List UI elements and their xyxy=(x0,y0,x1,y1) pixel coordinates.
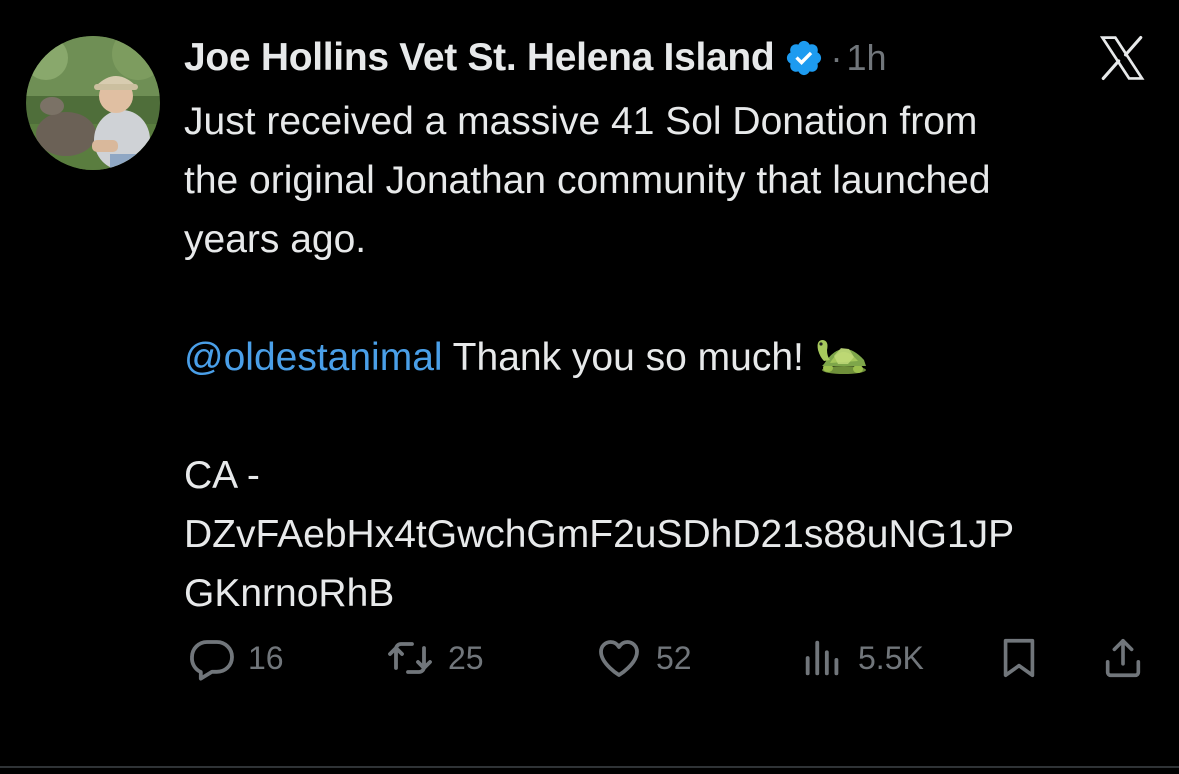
views-button[interactable]: 5.5K xyxy=(800,630,924,686)
reply-button[interactable]: 16 xyxy=(188,630,284,686)
mention-link[interactable]: @oldestanimal xyxy=(184,336,443,379)
body-line-1: Just received a massive 41 Sol Donation … xyxy=(184,100,978,143)
thanks-text: Thank you so much! xyxy=(442,336,804,379)
thanks-line: @oldestanimal Thank you so much! xyxy=(184,328,1154,387)
display-name[interactable]: Joe Hollins Vet St. Helena Island xyxy=(184,36,775,80)
action-bar: 16 25 52 5.5K xyxy=(184,630,1146,686)
tweet: Joe Hollins Vet St. Helena Island · 1h J… xyxy=(0,0,1179,774)
timestamp[interactable]: 1h xyxy=(846,37,886,79)
repost-button[interactable]: 25 xyxy=(384,630,484,686)
separator-dot: · xyxy=(830,37,843,78)
views-count: 5.5K xyxy=(858,639,924,676)
reply-count: 16 xyxy=(248,639,284,676)
divider xyxy=(0,766,1179,768)
ca-line-1: DZvFAebHx4tGwchGmF2uSDhD21s88uNG1JP xyxy=(184,513,1015,556)
like-button[interactable]: 52 xyxy=(594,630,692,686)
share-button[interactable] xyxy=(1100,630,1146,686)
views-chart-icon xyxy=(805,640,839,676)
tweet-body: Just received a massive 41 Sol Donation … xyxy=(184,92,1154,623)
avatar[interactable] xyxy=(26,36,160,170)
like-count: 52 xyxy=(656,639,692,676)
body-line-3: years ago. xyxy=(184,218,367,261)
reply-icon xyxy=(190,640,234,681)
ca-label: CA - xyxy=(184,454,260,497)
verified-badge-icon[interactable] xyxy=(784,38,824,78)
body-line-2: the original Jonathan community that lau… xyxy=(184,159,991,202)
bookmark-button[interactable] xyxy=(996,630,1042,686)
share-icon xyxy=(1105,638,1141,678)
repost-count: 25 xyxy=(448,639,484,676)
repost-icon xyxy=(388,642,432,674)
bookmark-icon xyxy=(1003,638,1035,678)
turtle-icon xyxy=(814,330,872,376)
avatar-photo xyxy=(26,36,160,170)
ca-line-2: GKnrnoRhB xyxy=(184,572,395,615)
x-logo-icon xyxy=(1096,33,1148,83)
heart-icon xyxy=(599,640,639,677)
tweet-header: Joe Hollins Vet St. Helena Island · 1h xyxy=(184,30,887,86)
